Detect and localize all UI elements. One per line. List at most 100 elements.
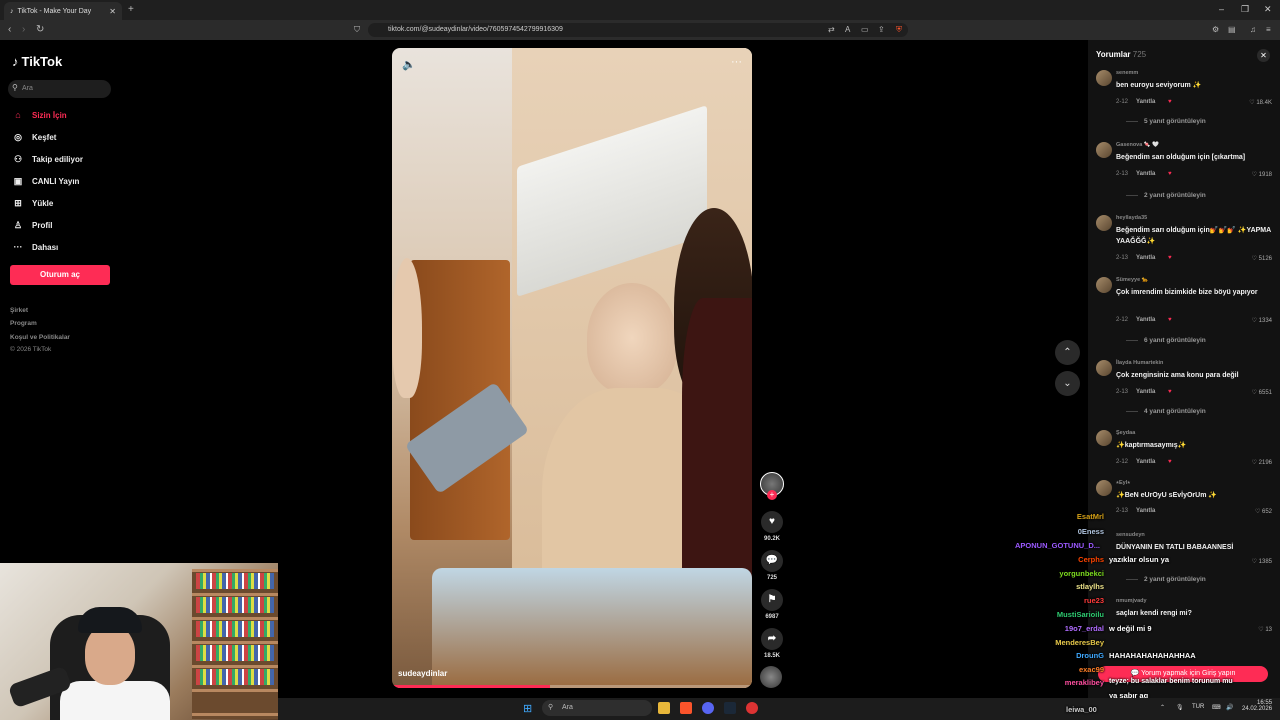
like-action[interactable]: ♥ 90.2K [760,511,784,542]
sidebar-item-for-you[interactable]: ⌂ Sizin İçin [12,110,66,120]
login-button[interactable]: Oturum aç [10,265,110,285]
view-replies-link[interactable]: 5 yanıt görüntüleyin [1126,118,1206,125]
obs-icon[interactable] [746,702,758,714]
url-field[interactable]: tiktok.com/@sudeaydinlar/video/760597454… [368,23,908,37]
bookmark-icon[interactable]: ⛉ [354,25,360,35]
heart-icon[interactable]: ♥ [761,511,783,533]
video-player[interactable]: 🔈 ··· sudeaydinlar [392,48,752,688]
save-action[interactable]: ⚑ 6987 [760,589,784,620]
bookmark-icon[interactable]: ⚑ [761,589,783,611]
reply-button[interactable]: Yanıtla [1136,508,1155,514]
browser-tab[interactable]: ♪ TikTok - Make Your Day ✕ [4,2,122,20]
more-options-icon[interactable]: ··· [731,56,742,68]
sidebar-item-explore[interactable]: ◎ Keşfet [12,132,56,143]
windows-start-icon[interactable]: ⊞ [523,702,532,715]
video-progress-bar[interactable] [392,685,752,688]
reply-button[interactable]: Yanıtla [1136,389,1155,395]
taskbar-search[interactable]: ⚲ Ara [542,700,652,716]
comment-likes[interactable]: ♡ 652 [1255,508,1272,515]
sidebar-item-more[interactable]: ··· Dahası [12,242,59,252]
sidebar-item-live[interactable]: ▣ CANLI Yayın [12,176,80,187]
sidebar-item-following[interactable]: ⚇ Takip ediliyor [12,154,83,165]
footer-company-link[interactable]: Şirket [10,307,28,314]
next-video-button[interactable]: ⌄ [1055,371,1080,396]
view-replies-link[interactable]: 2 yanıt görüntüleyin [1126,576,1206,583]
close-window-icon[interactable]: ✕ [1264,4,1272,15]
comment-likes[interactable]: ♡ 13 [1258,626,1272,633]
extensions-icon[interactable]: ⚙ [1212,25,1219,34]
comment-username[interactable]: sensudeyn [1116,532,1145,538]
comment-username[interactable]: Sümeyye 🐆 [1116,277,1149,283]
avatar[interactable] [1096,430,1112,446]
avatar[interactable] [1096,277,1112,293]
new-tab-icon[interactable]: + [128,4,134,15]
comment-icon[interactable]: 💬 [761,550,783,572]
view-replies-link[interactable]: 2 yanıt görüntüleyin [1126,192,1206,199]
comment-likes[interactable]: ♡ 5126 [1252,255,1272,262]
cast-icon[interactable]: ▭ [861,25,869,34]
reply-button[interactable]: Yanıtla [1136,317,1155,323]
footer-program-link[interactable]: Program [10,320,37,327]
file-explorer-icon[interactable] [658,702,670,714]
mic-icon[interactable]: 🎙 [1176,704,1184,711]
brave-shield-icon[interactable]: ⛨ [896,25,902,35]
tiktok-logo[interactable]: ♪ TikTok [12,54,62,69]
close-comments-icon[interactable]: ✕ [1257,49,1270,62]
reload-icon[interactable]: ↻ [36,24,44,35]
network-icon[interactable]: ⌨ [1212,704,1221,711]
video-author[interactable]: sudeaydinlar [398,669,447,678]
avatar[interactable] [1096,480,1112,496]
previous-video-button[interactable]: ⌃ [1055,340,1080,365]
reply-button[interactable]: Yanıtla [1136,459,1155,465]
comment-username[interactable]: İlayda Humartekin [1116,360,1163,366]
back-icon[interactable]: ‹ [8,24,11,35]
tray-chevron-icon[interactable]: ⌃ [1160,704,1165,711]
sidebar-toggle-icon[interactable]: ▤ [1228,25,1236,34]
brave-browser-icon[interactable] [680,702,692,714]
comment-username[interactable]: Şeydaa [1116,430,1135,436]
comment-likes[interactable]: ♡ 1334 [1252,317,1272,324]
text-icon[interactable]: A [845,25,850,34]
sidebar-item-profile[interactable]: ♙ Profil [12,220,53,231]
comment-likes[interactable]: ♡ 6551 [1252,389,1272,396]
share-arrow-icon[interactable]: ➦ [761,628,783,650]
comment-likes[interactable]: ♡ 2196 [1252,459,1272,466]
comment-likes[interactable]: ♡ 1918 [1252,171,1272,178]
share-icon[interactable]: ⇪ [878,25,885,34]
steam-icon[interactable] [724,702,736,714]
avatar[interactable] [1096,360,1112,376]
comment-likes[interactable]: ♡ 1385 [1252,558,1272,565]
reply-button[interactable]: Yanıtla [1136,171,1155,177]
language-indicator[interactable]: TUR [1192,704,1204,710]
avatar[interactable] [1096,142,1112,158]
comment-username[interactable]: heyllayda35 [1116,215,1147,221]
media-icon[interactable]: ♫ [1250,25,1256,34]
sidebar-item-upload[interactable]: ⊞ Yükle [12,198,53,209]
follow-plus-icon[interactable]: + [767,490,777,500]
clock[interactable]: 16:55 24.02.2026 [1242,700,1272,712]
share-action[interactable]: ➦ 18.5K [760,628,784,659]
discord-icon[interactable] [702,702,714,714]
reply-button[interactable]: Yanıtla [1136,99,1155,105]
sound-disc-avatar[interactable] [760,666,782,688]
comment-username[interactable]: Gasenova 🍬 🤍 [1116,142,1159,148]
menu-icon[interactable]: ≡ [1266,25,1271,34]
avatar[interactable] [1096,70,1112,86]
comment-likes[interactable]: ♡ 18.4K [1249,99,1272,106]
view-replies-link[interactable]: 4 yanıt görüntüleyin [1126,408,1206,415]
comment-username[interactable]: senemm [1116,70,1138,76]
reply-button[interactable]: Yanıtla [1136,255,1155,261]
comment-username[interactable]: nmumjvady [1116,598,1147,604]
footer-terms-link[interactable]: Koşul ve Politikalar [10,334,70,341]
view-replies-link[interactable]: 6 yanıt görüntüleyin [1126,337,1206,344]
volume-icon[interactable]: 🔈 [402,58,416,71]
translate-icon[interactable]: ⇄ [828,25,835,34]
search-input[interactable]: ⚲ Ara [8,80,111,98]
close-tab-icon[interactable]: ✕ [109,7,116,16]
speaker-icon[interactable]: 🔊 [1226,704,1233,711]
comment-action[interactable]: 💬 725 [760,550,784,581]
avatar[interactable] [1096,215,1112,231]
minimize-icon[interactable]: – [1219,4,1224,14]
maximize-icon[interactable]: ❐ [1241,4,1249,15]
forward-icon[interactable]: › [22,24,25,35]
